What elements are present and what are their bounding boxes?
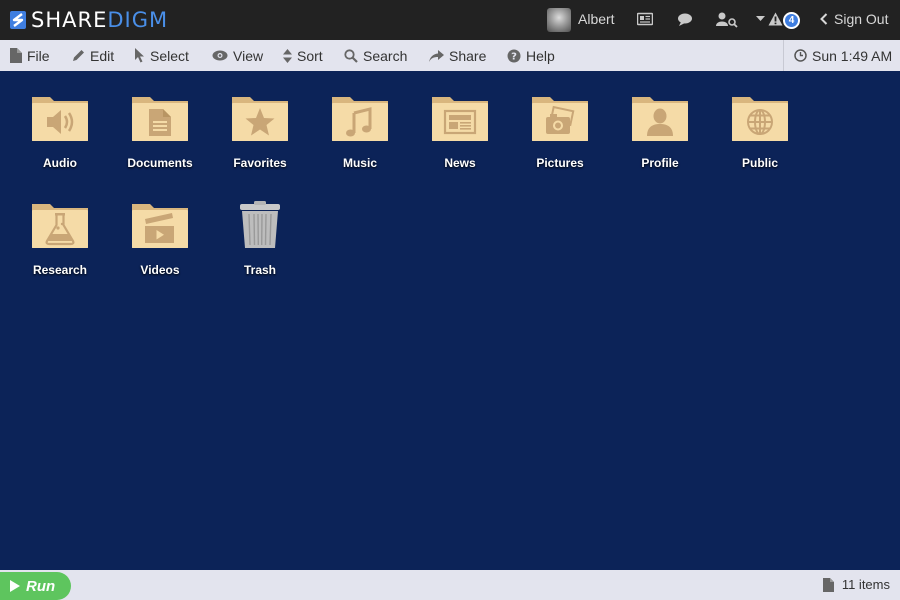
logo-mark-icon — [10, 11, 26, 29]
clock-icon — [794, 49, 807, 62]
folder-research-icon — [32, 204, 88, 248]
menu-view[interactable]: View — [212, 47, 263, 64]
clock[interactable]: Sun 1:49 AM — [783, 40, 900, 71]
folder-audio[interactable]: Audio — [10, 93, 110, 203]
menu-file-label: File — [27, 47, 50, 64]
folder-label: Public — [741, 156, 778, 170]
folder-profile-icon — [632, 97, 688, 141]
globe-icon — [747, 109, 773, 135]
chevron-left-icon — [820, 13, 828, 25]
menu-view-label: View — [233, 47, 264, 64]
alert-icon[interactable] — [768, 12, 783, 26]
avatar[interactable] — [547, 8, 571, 32]
find-user-icon[interactable] — [716, 12, 738, 28]
menu-sort-label: Sort — [297, 47, 323, 64]
search-icon — [344, 48, 358, 63]
pencil-icon — [73, 50, 84, 61]
sort-icon — [283, 48, 292, 63]
folder-pictures[interactable]: Pictures — [510, 93, 610, 203]
help-icon: ? — [507, 49, 521, 62]
folder-public-icon — [732, 97, 788, 141]
folder-videos-icon — [132, 204, 188, 248]
brand-logo[interactable]: SHAREDIGM — [10, 9, 168, 31]
brand-digm-text: DIGM — [107, 8, 169, 32]
chat-icon[interactable] — [677, 12, 693, 27]
folder-favorites[interactable]: Favorites — [210, 93, 310, 203]
trash-icon — [240, 201, 280, 248]
menu-select-label: Select — [150, 47, 189, 64]
eye-icon — [212, 50, 228, 61]
run-button[interactable]: Run — [0, 572, 71, 600]
desktop[interactable]: Audio Documents Favorites Music News Pic… — [0, 71, 900, 570]
user-name[interactable]: Albert — [578, 11, 615, 27]
svg-text:?: ? — [511, 51, 517, 62]
menu-bar: File Edit Select View Sort Search Share … — [0, 40, 900, 71]
item-count: 11 items — [822, 577, 890, 592]
folder-videos[interactable]: Videos — [110, 200, 210, 310]
brand-wordmark: SHAREDIGM — [31, 9, 168, 31]
menu-sort[interactable]: Sort — [283, 47, 323, 64]
play-icon — [10, 580, 20, 592]
item-count-label: 11 items — [841, 577, 890, 592]
folder-pictures-icon — [532, 97, 588, 141]
file-icon — [10, 48, 22, 63]
trash[interactable]: Trash — [210, 200, 310, 310]
status-bar: Run 11 items — [0, 570, 900, 600]
folder-label: Pictures — [536, 156, 584, 170]
menu-share[interactable]: Share — [429, 47, 486, 64]
caret-down-icon[interactable] — [756, 16, 765, 22]
folder-documents-icon — [132, 97, 188, 141]
folder-label: Music — [342, 156, 377, 170]
folder-label: Videos — [140, 263, 180, 277]
folder-label: Trash — [243, 263, 276, 277]
folder-music[interactable]: Music — [310, 93, 410, 203]
run-label: Run — [26, 577, 56, 595]
menu-help[interactable]: ? Help — [507, 47, 555, 64]
folder-music-icon — [332, 97, 388, 141]
sign-out-label: Sign Out — [834, 11, 889, 27]
folder-favorites-icon — [232, 97, 288, 141]
share-arrow-icon — [429, 49, 444, 62]
folder-label: Audio — [43, 156, 77, 170]
menu-edit[interactable]: Edit — [72, 47, 114, 64]
menu-search-label: Search — [363, 47, 408, 64]
folder-public[interactable]: Public — [710, 93, 810, 203]
folder-news-icon — [432, 97, 488, 141]
menu-select[interactable]: Select — [135, 47, 189, 64]
folder-audio-icon — [32, 97, 88, 141]
folder-label: Research — [32, 263, 88, 277]
folder-label: Favorites — [233, 156, 287, 170]
folder-profile[interactable]: Profile — [610, 93, 710, 203]
folder-label: Profile — [641, 156, 679, 170]
folder-research[interactable]: Research — [10, 200, 110, 310]
folder-label: Documents — [127, 156, 193, 170]
clock-time: Sun 1:49 AM — [812, 47, 893, 64]
menu-share-label: Share — [449, 47, 487, 64]
alert-count-badge[interactable]: 4 — [783, 12, 800, 29]
folder-news[interactable]: News — [410, 93, 510, 203]
news-feed-icon[interactable] — [637, 12, 653, 27]
folder-label: News — [444, 156, 476, 170]
menu-search[interactable]: Search — [344, 47, 407, 64]
brand-share-text: SHARE — [31, 8, 108, 32]
top-bar: SHAREDIGM Albert 4 Sign Out — [0, 0, 900, 40]
menu-help-label: Help — [526, 47, 555, 64]
cursor-icon — [135, 48, 144, 63]
file-icon — [822, 577, 834, 592]
sign-out-button[interactable]: Sign Out — [820, 11, 888, 27]
menu-file[interactable]: File — [10, 47, 50, 64]
menu-edit-label: Edit — [90, 47, 115, 64]
folder-documents[interactable]: Documents — [110, 93, 210, 203]
